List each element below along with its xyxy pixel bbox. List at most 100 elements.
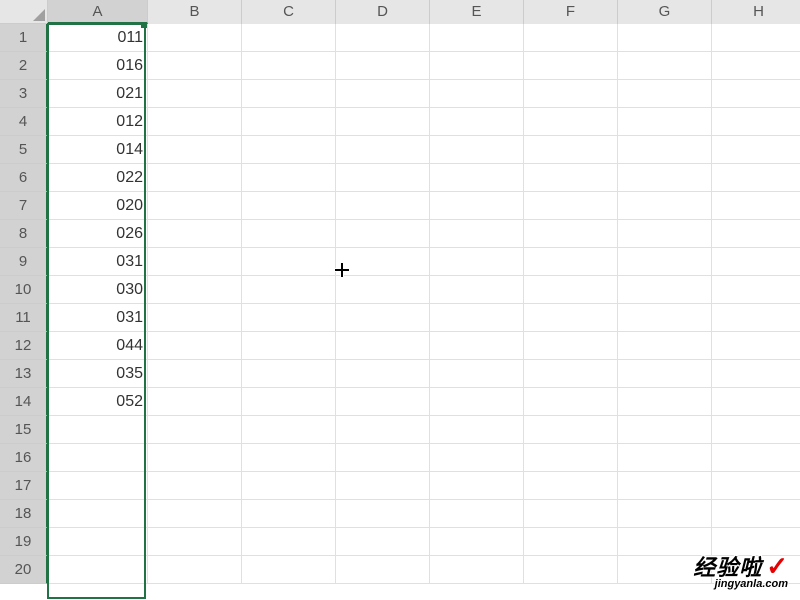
cell-H16[interactable] bbox=[712, 444, 800, 472]
cell-C13[interactable] bbox=[242, 360, 336, 388]
cell-F16[interactable] bbox=[524, 444, 618, 472]
cell-F7[interactable] bbox=[524, 192, 618, 220]
cell-A3[interactable]: 021 bbox=[48, 80, 148, 108]
cell-C8[interactable] bbox=[242, 220, 336, 248]
cell-E1[interactable] bbox=[430, 24, 524, 52]
cell-H11[interactable] bbox=[712, 304, 800, 332]
cell-E18[interactable] bbox=[430, 500, 524, 528]
row-header-3[interactable]: 3 bbox=[0, 80, 48, 108]
column-header-B[interactable]: B bbox=[148, 0, 242, 24]
cell-B17[interactable] bbox=[148, 472, 242, 500]
cell-G1[interactable] bbox=[618, 24, 712, 52]
cell-C1[interactable] bbox=[242, 24, 336, 52]
cell-G11[interactable] bbox=[618, 304, 712, 332]
cell-H5[interactable] bbox=[712, 136, 800, 164]
cell-B15[interactable] bbox=[148, 416, 242, 444]
row-header-14[interactable]: 14 bbox=[0, 388, 48, 416]
cell-D9[interactable] bbox=[336, 248, 430, 276]
column-header-G[interactable]: G bbox=[618, 0, 712, 24]
cell-G5[interactable] bbox=[618, 136, 712, 164]
cell-F14[interactable] bbox=[524, 388, 618, 416]
cell-A13[interactable]: 035 bbox=[48, 360, 148, 388]
cell-B4[interactable] bbox=[148, 108, 242, 136]
cell-E17[interactable] bbox=[430, 472, 524, 500]
cell-H10[interactable] bbox=[712, 276, 800, 304]
cell-H7[interactable] bbox=[712, 192, 800, 220]
cell-A1[interactable]: 011 bbox=[48, 24, 148, 52]
cell-H17[interactable] bbox=[712, 472, 800, 500]
cell-C18[interactable] bbox=[242, 500, 336, 528]
cell-A7[interactable]: 020 bbox=[48, 192, 148, 220]
cell-A12[interactable]: 044 bbox=[48, 332, 148, 360]
cell-A10[interactable]: 030 bbox=[48, 276, 148, 304]
cell-B14[interactable] bbox=[148, 388, 242, 416]
row-header-4[interactable]: 4 bbox=[0, 108, 48, 136]
cell-C14[interactable] bbox=[242, 388, 336, 416]
cell-F3[interactable] bbox=[524, 80, 618, 108]
cell-E6[interactable] bbox=[430, 164, 524, 192]
cell-A2[interactable]: 016 bbox=[48, 52, 148, 80]
cell-G18[interactable] bbox=[618, 500, 712, 528]
cell-E5[interactable] bbox=[430, 136, 524, 164]
cell-D7[interactable] bbox=[336, 192, 430, 220]
cell-C2[interactable] bbox=[242, 52, 336, 80]
cell-H18[interactable] bbox=[712, 500, 800, 528]
column-header-C[interactable]: C bbox=[242, 0, 336, 24]
cell-F15[interactable] bbox=[524, 416, 618, 444]
row-header-11[interactable]: 11 bbox=[0, 304, 48, 332]
cell-F20[interactable] bbox=[524, 556, 618, 584]
cell-F13[interactable] bbox=[524, 360, 618, 388]
cell-F5[interactable] bbox=[524, 136, 618, 164]
cell-D18[interactable] bbox=[336, 500, 430, 528]
cell-G13[interactable] bbox=[618, 360, 712, 388]
cell-F19[interactable] bbox=[524, 528, 618, 556]
cell-C20[interactable] bbox=[242, 556, 336, 584]
cell-H13[interactable] bbox=[712, 360, 800, 388]
row-header-5[interactable]: 5 bbox=[0, 136, 48, 164]
cell-D13[interactable] bbox=[336, 360, 430, 388]
row-header-6[interactable]: 6 bbox=[0, 164, 48, 192]
cell-G15[interactable] bbox=[618, 416, 712, 444]
cell-G10[interactable] bbox=[618, 276, 712, 304]
cell-H14[interactable] bbox=[712, 388, 800, 416]
cell-C16[interactable] bbox=[242, 444, 336, 472]
cell-A6[interactable]: 022 bbox=[48, 164, 148, 192]
cell-B12[interactable] bbox=[148, 332, 242, 360]
cell-D17[interactable] bbox=[336, 472, 430, 500]
cell-F18[interactable] bbox=[524, 500, 618, 528]
cell-C7[interactable] bbox=[242, 192, 336, 220]
cell-G3[interactable] bbox=[618, 80, 712, 108]
cell-E4[interactable] bbox=[430, 108, 524, 136]
row-header-16[interactable]: 16 bbox=[0, 444, 48, 472]
cell-E3[interactable] bbox=[430, 80, 524, 108]
cell-D1[interactable] bbox=[336, 24, 430, 52]
cell-G9[interactable] bbox=[618, 248, 712, 276]
row-header-17[interactable]: 17 bbox=[0, 472, 48, 500]
cell-E7[interactable] bbox=[430, 192, 524, 220]
cell-F11[interactable] bbox=[524, 304, 618, 332]
cell-E20[interactable] bbox=[430, 556, 524, 584]
cell-G6[interactable] bbox=[618, 164, 712, 192]
cell-H2[interactable] bbox=[712, 52, 800, 80]
cell-A9[interactable]: 031 bbox=[48, 248, 148, 276]
cell-B16[interactable] bbox=[148, 444, 242, 472]
cell-B6[interactable] bbox=[148, 164, 242, 192]
cell-C10[interactable] bbox=[242, 276, 336, 304]
column-header-A[interactable]: A bbox=[48, 0, 148, 24]
cell-E14[interactable] bbox=[430, 388, 524, 416]
cell-B11[interactable] bbox=[148, 304, 242, 332]
cell-A4[interactable]: 012 bbox=[48, 108, 148, 136]
cell-F17[interactable] bbox=[524, 472, 618, 500]
cell-E11[interactable] bbox=[430, 304, 524, 332]
row-header-2[interactable]: 2 bbox=[0, 52, 48, 80]
column-header-F[interactable]: F bbox=[524, 0, 618, 24]
cell-G2[interactable] bbox=[618, 52, 712, 80]
cell-B7[interactable] bbox=[148, 192, 242, 220]
row-header-8[interactable]: 8 bbox=[0, 220, 48, 248]
cell-A8[interactable]: 026 bbox=[48, 220, 148, 248]
cell-A11[interactable]: 031 bbox=[48, 304, 148, 332]
cell-D4[interactable] bbox=[336, 108, 430, 136]
cell-F8[interactable] bbox=[524, 220, 618, 248]
cell-H15[interactable] bbox=[712, 416, 800, 444]
cell-C15[interactable] bbox=[242, 416, 336, 444]
